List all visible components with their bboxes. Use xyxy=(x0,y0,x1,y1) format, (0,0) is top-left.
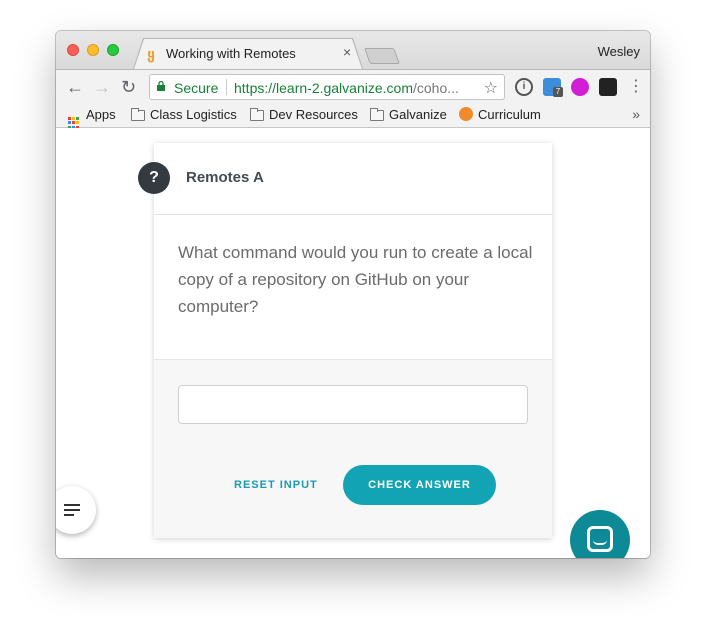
bookmark-dev-resources[interactable]: Dev Resources xyxy=(250,107,358,122)
extension-badge: 7 xyxy=(553,87,563,97)
react-devtools-icon[interactable] xyxy=(599,78,617,96)
bookmark-apps[interactable]: Apps xyxy=(68,107,116,129)
chat-button[interactable] xyxy=(570,510,630,558)
card-actions: RESET INPUT CHECK ANSWER xyxy=(154,449,552,538)
question-badge-icon: ? xyxy=(138,162,170,194)
maximize-window-button[interactable] xyxy=(107,44,119,56)
close-window-button[interactable] xyxy=(67,44,79,56)
colorzilla-extension-icon[interactable] xyxy=(571,78,589,96)
folder-icon xyxy=(250,108,264,121)
check-answer-button[interactable]: CHECK ANSWER xyxy=(343,465,496,505)
bookmarks-overflow-icon[interactable]: » xyxy=(632,106,640,122)
table-of-contents-button[interactable] xyxy=(56,486,96,534)
question-text: What command would you run to create a l… xyxy=(178,243,533,316)
bookmark-label: Dev Resources xyxy=(269,107,358,122)
url-path: /coho... xyxy=(412,80,459,96)
bookmark-label: Class Logistics xyxy=(150,107,237,122)
bookmark-curriculum[interactable]: Curriculum xyxy=(459,107,541,122)
browser-window: ყ Working with Remotes × Wesley ← → ↻ Se… xyxy=(56,31,650,558)
curriculum-icon xyxy=(459,107,473,121)
back-arrow-icon[interactable]: ← xyxy=(66,77,84,97)
page-content: ? Remotes A What command would you run t… xyxy=(56,128,650,558)
forward-arrow-icon[interactable]: → xyxy=(93,77,111,97)
address-separator xyxy=(226,79,227,95)
bookmarks-bar: Apps Class Logistics Dev Resources Galva… xyxy=(56,103,650,129)
address-bar[interactable]: Secure https://learn-2.galvanize.com/coh… xyxy=(149,74,505,100)
bookmark-label: Curriculum xyxy=(478,107,541,122)
reload-icon[interactable]: ↻ xyxy=(121,77,136,97)
bookmark-apps-label: Apps xyxy=(86,107,116,122)
tab-close-icon[interactable]: × xyxy=(343,44,351,60)
chat-icon xyxy=(587,526,613,552)
url-domain: https://learn-2.galvanize.com xyxy=(234,80,413,96)
bookmark-label: Galvanize xyxy=(389,107,447,122)
bookmark-galvanize[interactable]: Galvanize xyxy=(370,107,447,122)
info-extension-icon[interactable]: i xyxy=(515,78,533,96)
list-icon xyxy=(64,504,80,519)
lock-icon xyxy=(157,81,165,91)
card-title: Remotes A xyxy=(186,169,264,186)
card-header: ? Remotes A xyxy=(138,143,552,215)
folder-icon xyxy=(131,108,145,121)
galvanize-favicon-icon: ყ xyxy=(147,46,155,62)
reset-input-button[interactable]: RESET INPUT xyxy=(234,479,318,491)
answer-input[interactable] xyxy=(178,385,528,424)
bookmark-class-logistics[interactable]: Class Logistics xyxy=(131,107,237,122)
minimize-window-button[interactable] xyxy=(87,44,99,56)
question-card: ? Remotes A What command would you run t… xyxy=(138,143,552,538)
url-text: https://learn-2.galvanize.com/coho... xyxy=(234,80,459,96)
browser-menu-icon[interactable]: ⋮ xyxy=(628,77,644,97)
title-bar: ყ Working with Remotes × Wesley xyxy=(56,31,650,69)
answer-area xyxy=(154,359,552,450)
tab-title: Working with Remotes xyxy=(166,46,296,61)
browser-toolbar: ← → ↻ Secure https://learn-2.galvanize.c… xyxy=(56,69,650,104)
folder-icon xyxy=(370,108,384,121)
secure-label: Secure xyxy=(174,80,219,96)
profile-name[interactable]: Wesley xyxy=(598,44,640,59)
new-tab-button[interactable] xyxy=(364,48,400,64)
bookmark-star-icon[interactable]: ☆ xyxy=(484,78,498,98)
